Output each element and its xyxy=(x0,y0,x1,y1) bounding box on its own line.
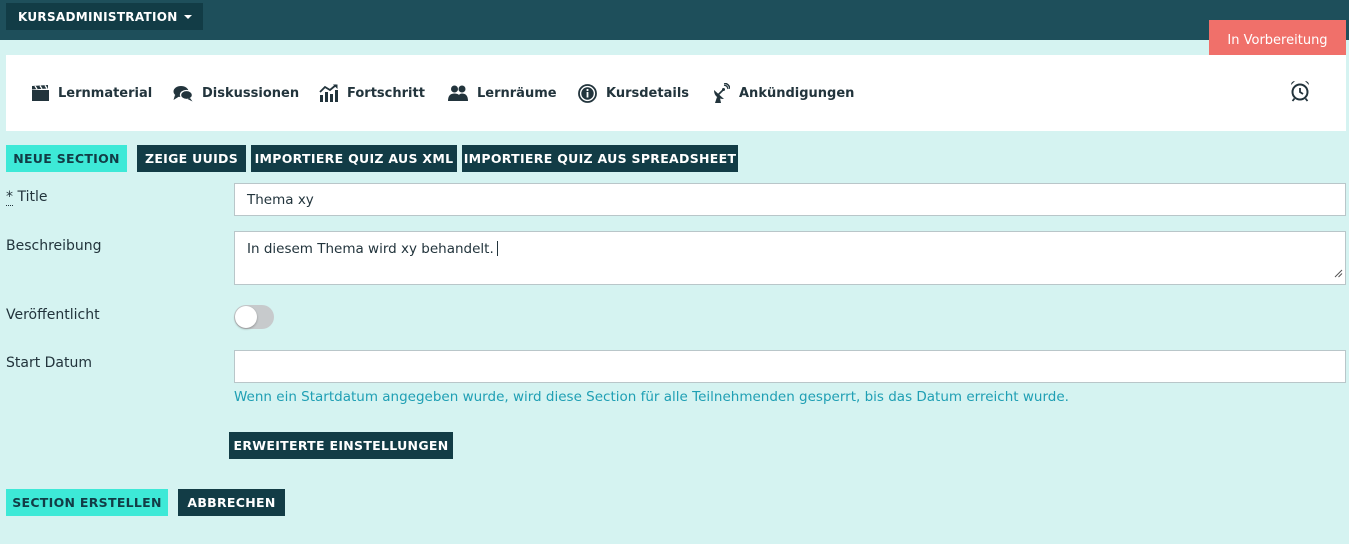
nav-item-label: Lernräume xyxy=(477,85,557,101)
chart-up-icon xyxy=(319,84,338,102)
cancel-button[interactable]: ABBRECHEN xyxy=(178,489,285,516)
nav-item-label: Diskussionen xyxy=(202,85,300,101)
nav-item-label: Kursdetails xyxy=(606,85,690,101)
new-section-button[interactable]: NEUE SECTION xyxy=(6,145,127,172)
import-quiz-spreadsheet-button[interactable]: IMPORTIERE QUIZ AUS SPREADSHEET xyxy=(462,145,738,172)
course-admin-menu-label: KURSADMINISTRATION xyxy=(18,9,178,24)
start-date-input[interactable] xyxy=(234,350,1346,383)
alarm-clock-icon[interactable] xyxy=(1290,80,1310,106)
course-nav: Lernmaterial Diskussionen Fortschritt Le… xyxy=(6,55,1346,131)
users-icon xyxy=(448,85,468,102)
nav-item-label: Fortschritt xyxy=(347,85,425,101)
chat-bubbles-icon xyxy=(173,85,193,102)
toggle-knob xyxy=(235,306,257,328)
advanced-settings-button[interactable]: ERWEITERTE EINSTELLUNGEN xyxy=(229,432,453,459)
status-badge: In Vorbereitung xyxy=(1209,20,1346,60)
nav-item-lernmaterial[interactable]: Lernmaterial xyxy=(32,82,152,104)
published-toggle[interactable] xyxy=(234,305,274,329)
nav-item-label: Ankündigungen xyxy=(739,85,855,101)
required-marker: * xyxy=(6,189,13,206)
course-admin-menu-button[interactable]: KURSADMINISTRATION xyxy=(6,3,203,30)
description-textarea[interactable]: In diesem Thema wird xy behandelt. xyxy=(234,231,1346,285)
title-input[interactable]: Thema xy xyxy=(234,183,1346,216)
start-date-hint: Wenn ein Startdatum angegeben wurde, wir… xyxy=(234,389,1069,405)
satellite-dish-icon xyxy=(712,83,730,103)
description-value: In diesem Thema wird xy behandelt. xyxy=(247,241,494,257)
published-label: Veröffentlicht xyxy=(6,307,100,323)
nav-item-label: Lernmaterial xyxy=(58,85,153,101)
text-cursor xyxy=(496,241,498,256)
nav-item-lernraeume[interactable]: Lernräume xyxy=(448,82,557,104)
nav-item-ankuendigungen[interactable]: Ankündigungen xyxy=(712,82,854,104)
caret-down-icon xyxy=(183,14,192,19)
top-bar: KURSADMINISTRATION xyxy=(0,0,1349,40)
start-date-label: Start Datum xyxy=(6,355,93,371)
title-label-text: Title xyxy=(17,189,48,205)
nav-item-diskussionen[interactable]: Diskussionen xyxy=(173,82,299,104)
resize-handle-icon[interactable] xyxy=(1333,266,1343,282)
title-label: * Title xyxy=(6,189,48,206)
clapperboard-icon xyxy=(32,84,49,102)
title-input-value: Thema xy xyxy=(247,191,314,208)
nav-item-kursdetails[interactable]: Kursdetails xyxy=(578,82,689,104)
create-section-button[interactable]: SECTION ERSTELLEN xyxy=(6,489,168,516)
show-uuids-button[interactable]: ZEIGE UUIDS xyxy=(137,145,246,172)
import-quiz-xml-button[interactable]: IMPORTIERE QUIZ AUS XML xyxy=(251,145,457,172)
description-label: Beschreibung xyxy=(6,238,102,254)
info-icon xyxy=(578,83,597,103)
nav-item-fortschritt[interactable]: Fortschritt xyxy=(319,82,425,104)
